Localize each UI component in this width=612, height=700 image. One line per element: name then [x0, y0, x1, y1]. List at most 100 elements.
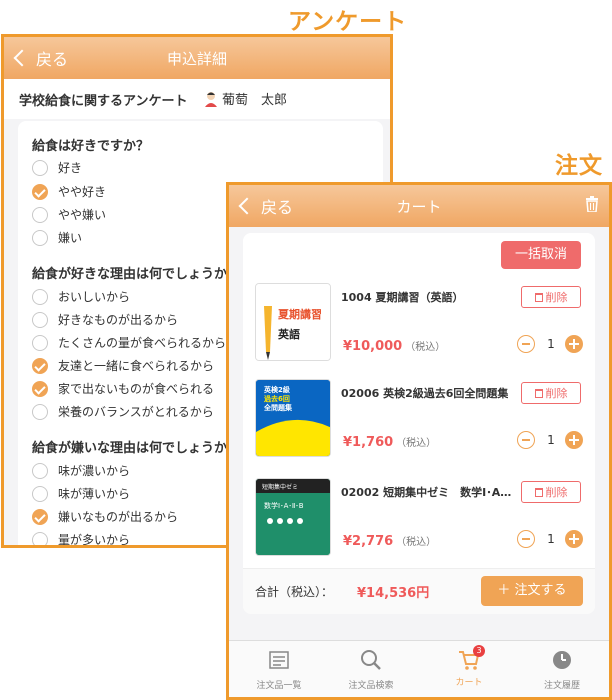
- option-label: やや嫌い: [58, 208, 107, 222]
- radio-button[interactable]: [32, 159, 48, 176]
- radio-button[interactable]: [32, 403, 48, 420]
- decrease-quantity-button[interactable]: [517, 530, 535, 548]
- tab-cart[interactable]: 3 カート: [429, 645, 509, 688]
- delete-label: 削除: [545, 486, 568, 499]
- user-info: 葡萄 太郎: [204, 88, 287, 108]
- radio-button[interactable]: [32, 462, 48, 479]
- trash-icon: [534, 488, 543, 497]
- decrease-quantity-button[interactable]: [517, 431, 535, 449]
- page-title: カート: [396, 198, 442, 216]
- option-label: たくさんの量が食べられるから: [58, 336, 227, 350]
- cover-text: 夏期講習: [278, 308, 322, 321]
- item-cover-image: 英検2級 過去6回 全問題集: [255, 379, 331, 457]
- cart-navbar: 戻る カート: [229, 185, 609, 227]
- radio-button[interactable]: [32, 485, 48, 502]
- question-3: 給食が嫌いな理由は何でしょうか: [32, 441, 228, 456]
- option-label: おいしいから: [58, 290, 131, 304]
- bulk-cancel-button[interactable]: 一括取消: [501, 241, 581, 269]
- delete-label: 削除: [545, 387, 568, 400]
- q1-option-4[interactable]: 嫌い: [32, 229, 82, 246]
- survey-header: 学校給食に関するアンケート 葡萄 太郎: [4, 79, 390, 119]
- item-cover-image: 短期集中ゼミ 数学Ⅰ･A･Ⅱ･B: [255, 478, 331, 556]
- q2-option-1[interactable]: おいしいから: [32, 288, 130, 305]
- cart-screen: 戻る カート 一括取消 夏期講習 英語 1004 夏期講習（英語） 削除 ¥10…: [226, 182, 612, 700]
- quantity-value: 1: [547, 337, 555, 351]
- q2-option-3[interactable]: たくさんの量が食べられるから: [32, 334, 226, 351]
- item-cover-image: 夏期講習 英語: [255, 283, 331, 361]
- item-name: 02006 英検2級過去6回全問題集: [341, 387, 509, 400]
- cover-text: 英検2級 過去6回 全問題集: [264, 386, 292, 412]
- quantity-value: 1: [547, 532, 555, 546]
- avatar-icon: [205, 92, 217, 107]
- option-label: やや好き: [58, 185, 107, 199]
- survey-navbar: 戻る 申込詳細: [4, 37, 390, 79]
- order-callout-label: 注文: [555, 153, 603, 179]
- list-icon: [269, 651, 289, 669]
- item-price: ¥2,776 （税込）: [343, 534, 437, 549]
- quantity-value: 1: [547, 433, 555, 447]
- tab-label: 注文品検索: [348, 681, 394, 691]
- radio-button[interactable]: [32, 334, 48, 351]
- radio-button-selected[interactable]: [32, 380, 48, 397]
- radio-button-selected[interactable]: [32, 357, 48, 374]
- option-label: 嫌い: [58, 231, 83, 245]
- total-label: 合計（税込）：: [255, 585, 334, 599]
- q2-option-4[interactable]: 友達と一緒に食べられるから: [32, 357, 214, 374]
- delete-button[interactable]: 削除: [521, 286, 581, 308]
- q3-option-2[interactable]: 味が薄いから: [32, 485, 130, 502]
- increase-quantity-button[interactable]: [565, 530, 583, 548]
- delete-label: 削除: [545, 291, 568, 304]
- radio-button[interactable]: [32, 229, 48, 246]
- survey-title: 学校給食に関するアンケート: [19, 94, 188, 109]
- cover-text: 数学Ⅰ･A･Ⅱ･B: [264, 502, 304, 510]
- option-label: 好きなものが出るから: [58, 313, 179, 327]
- tab-order-list[interactable]: 注文品一覧: [239, 649, 319, 691]
- option-label: 友達と一緒に食べられるから: [58, 359, 215, 373]
- radio-button-selected[interactable]: [32, 508, 48, 525]
- q3-option-4[interactable]: 量が多いから: [32, 531, 131, 547]
- decrease-quantity-button[interactable]: [517, 335, 535, 353]
- radio-button[interactable]: [32, 206, 48, 223]
- tab-label: 注文履歴: [543, 681, 580, 691]
- total-value: ¥14,536円: [357, 586, 430, 601]
- trash-icon[interactable]: [585, 196, 599, 212]
- increase-quantity-button[interactable]: [565, 431, 583, 449]
- item-price: ¥1,760 （税込）: [343, 435, 437, 450]
- option-label: 家で出ないものが食べられる: [58, 382, 215, 396]
- radio-button[interactable]: [32, 288, 48, 305]
- option-label: 量が多いから: [58, 533, 131, 547]
- tab-label: 注文品一覧: [256, 681, 302, 691]
- option-label: 栄養のバランスがとれるから: [58, 405, 214, 419]
- cart-count-badge: 3: [473, 645, 485, 657]
- q2-option-5[interactable]: 家で出ないものが食べられる: [32, 380, 214, 397]
- increase-quantity-button[interactable]: [565, 335, 583, 353]
- option-label: 嫌いなものが出るから: [58, 510, 179, 524]
- q1-option-2[interactable]: やや好き: [32, 183, 106, 200]
- delete-button[interactable]: 削除: [521, 382, 581, 404]
- cart-item: 短期集中ゼミ 数学Ⅰ･A･Ⅱ･B 02002 短期集中ゼミ 数学Ⅰ･A･... …: [243, 478, 595, 578]
- q3-option-3[interactable]: 嫌いなものが出るから: [32, 508, 178, 525]
- q1-option-1[interactable]: 好き: [32, 159, 82, 176]
- tab-order-search[interactable]: 注文品検索: [331, 649, 411, 691]
- q1-option-3[interactable]: やや嫌い: [32, 206, 106, 223]
- q2-option-2[interactable]: 好きなものが出るから: [32, 311, 178, 328]
- option-label: 味が濃いから: [58, 464, 131, 478]
- radio-button-selected[interactable]: [32, 183, 48, 200]
- user-name: 葡萄 太郎: [222, 93, 288, 108]
- q2-option-6[interactable]: 栄養のバランスがとれるから: [32, 403, 214, 420]
- page-title: 申込詳細: [166, 50, 227, 68]
- question-1: 給食は好きですか？: [32, 139, 150, 154]
- radio-button[interactable]: [32, 311, 48, 328]
- clock-icon: [553, 651, 571, 669]
- option-label: 味が薄いから: [58, 487, 131, 501]
- q3-option-1[interactable]: 味が濃いから: [32, 462, 130, 479]
- trash-icon: [534, 293, 543, 302]
- radio-button[interactable]: [32, 531, 48, 545]
- place-order-button[interactable]: ＋ 注文する: [481, 576, 583, 606]
- tab-bar: 注文品一覧 注文品検索 3 カート 注文履歴: [229, 640, 609, 697]
- cart-icon: 3: [458, 645, 485, 671]
- option-label: 好き: [58, 161, 83, 175]
- delete-button[interactable]: 削除: [521, 481, 581, 503]
- cart-card: 一括取消 夏期講習 英語 1004 夏期講習（英語） 削除 ¥10,000 （税込…: [243, 233, 595, 614]
- tab-order-history[interactable]: 注文履歴: [522, 649, 602, 691]
